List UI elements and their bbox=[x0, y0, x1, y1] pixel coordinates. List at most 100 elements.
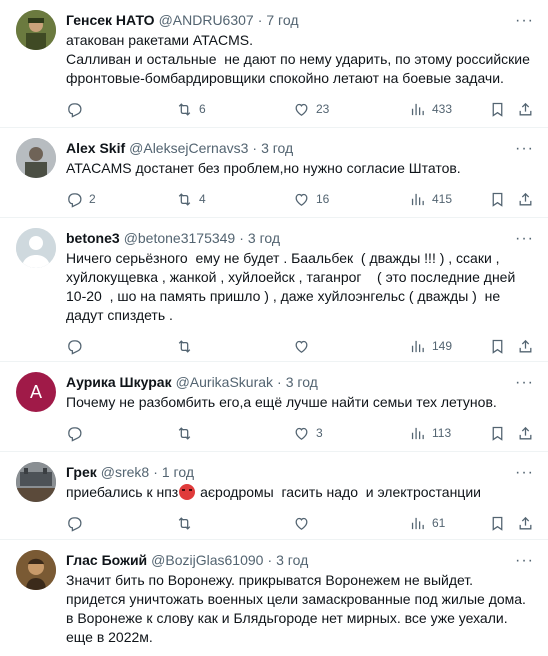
author-handle[interactable]: @srek8 bbox=[101, 464, 149, 480]
share-button[interactable] bbox=[517, 425, 534, 442]
author-name[interactable]: Грек bbox=[66, 464, 97, 480]
retweet-icon bbox=[178, 192, 191, 206]
share-button[interactable] bbox=[517, 101, 534, 118]
tweet[interactable]: Alex Skif @AleksejCernavs3 · 3 год ATACA… bbox=[0, 128, 548, 218]
like-button[interactable]: 16 bbox=[293, 191, 409, 208]
tweet[interactable]: A Аурика Шкурак @AurikaSkurak · 3 год По… bbox=[0, 362, 548, 452]
retweet-count: 6 bbox=[199, 102, 206, 116]
tweet-text: ATACAMS достанет без проблем,но нужно со… bbox=[66, 160, 461, 176]
avatar[interactable] bbox=[16, 550, 56, 590]
share-icon bbox=[519, 192, 532, 205]
avatar-image-icon bbox=[16, 138, 56, 178]
action-bar: 149 bbox=[66, 329, 536, 363]
separator-dot: · bbox=[239, 230, 244, 246]
bookmark-button[interactable] bbox=[489, 425, 517, 442]
view-count: 415 bbox=[432, 192, 453, 206]
views-icon bbox=[411, 193, 424, 205]
view-count: 433 bbox=[432, 102, 453, 116]
retweet-icon bbox=[178, 102, 191, 116]
like-button[interactable]: 3 bbox=[293, 425, 409, 442]
timestamp[interactable]: 3 год bbox=[286, 374, 318, 390]
bookmark-button[interactable] bbox=[489, 191, 517, 208]
timestamp[interactable]: 3 год bbox=[261, 140, 293, 156]
author-name[interactable]: Аурика Шкурак bbox=[66, 374, 172, 390]
more-options-button[interactable]: ··· bbox=[515, 230, 534, 248]
reply-button[interactable] bbox=[66, 101, 176, 118]
retweet-button[interactable] bbox=[176, 425, 293, 442]
avatar[interactable] bbox=[16, 138, 56, 178]
retweet-button[interactable]: 4 bbox=[176, 191, 293, 208]
reply-icon bbox=[68, 339, 82, 355]
tweet[interactable]: Грек @srek8 · 1 год приебались к нпз аєр… bbox=[0, 452, 548, 540]
tweet[interactable]: Генсек НАТО @ANDRU6307 · 7 год атакован … bbox=[0, 0, 548, 128]
author-name[interactable]: Генсек НАТО bbox=[66, 12, 155, 28]
separator-dot: · bbox=[153, 464, 158, 480]
more-options-button[interactable]: ··· bbox=[515, 464, 534, 482]
retweet-button[interactable] bbox=[176, 338, 293, 355]
avatar-image-icon bbox=[16, 10, 56, 50]
views-button[interactable]: 415 bbox=[409, 191, 489, 208]
tweet-text-part: приебались к нпз bbox=[66, 484, 179, 500]
views-button[interactable]: 113 bbox=[409, 425, 489, 442]
angry-face-icon bbox=[179, 484, 196, 500]
tweet[interactable]: betone3 @betone3175349 · 3 год Ничего се… bbox=[0, 218, 548, 362]
tweet-text-part: аєродромы гасить надо и электростанции bbox=[196, 484, 481, 500]
retweet-icon bbox=[178, 339, 191, 353]
tweet[interactable]: Глас Божий @BozijGlas61090 · 3 год Значи… bbox=[0, 540, 548, 656]
author-name[interactable]: Глас Божий bbox=[66, 552, 147, 568]
views-button[interactable]: 61 bbox=[409, 515, 489, 532]
views-button[interactable]: 433 bbox=[409, 101, 489, 118]
bookmark-button[interactable] bbox=[489, 338, 517, 355]
avatar[interactable] bbox=[16, 10, 56, 50]
like-button[interactable] bbox=[293, 338, 409, 355]
reply-button[interactable]: 2 bbox=[66, 191, 176, 208]
retweet-icon bbox=[178, 516, 191, 530]
author-name[interactable]: betone3 bbox=[66, 230, 120, 246]
author-handle[interactable]: @ANDRU6307 bbox=[159, 12, 254, 28]
separator-dot: · bbox=[267, 552, 273, 568]
avatar-letter: A bbox=[29, 381, 42, 402]
reply-button[interactable] bbox=[66, 338, 176, 355]
bookmark-icon bbox=[492, 339, 503, 354]
share-button[interactable] bbox=[517, 191, 534, 208]
bookmark-icon bbox=[492, 516, 503, 531]
heart-icon bbox=[295, 340, 308, 353]
like-button[interactable] bbox=[293, 515, 409, 532]
avatar[interactable] bbox=[16, 228, 56, 268]
views-icon bbox=[411, 517, 424, 529]
more-options-button[interactable]: ··· bbox=[515, 374, 534, 392]
heart-icon bbox=[295, 427, 308, 440]
more-options-button[interactable]: ··· bbox=[515, 140, 534, 158]
reply-icon bbox=[68, 426, 82, 442]
tweet-text: атакован ракетами ATACMS. Салливан и ост… bbox=[66, 32, 530, 86]
retweet-button[interactable]: 6 bbox=[176, 101, 293, 118]
author-handle[interactable]: @AurikaSkurak bbox=[176, 374, 273, 390]
avatar[interactable]: A bbox=[16, 372, 56, 412]
author-handle[interactable]: @BozijGlas61090 bbox=[151, 552, 263, 568]
share-button[interactable] bbox=[517, 338, 534, 355]
more-options-button[interactable]: ··· bbox=[515, 12, 534, 30]
author-handle[interactable]: @betone3175349 bbox=[124, 230, 236, 246]
timestamp[interactable]: 3 год bbox=[248, 230, 280, 246]
retweet-count: 4 bbox=[199, 192, 206, 206]
retweet-button[interactable] bbox=[176, 515, 293, 532]
action-bar: 3 113 bbox=[66, 416, 536, 450]
heart-icon bbox=[295, 517, 308, 530]
timestamp[interactable]: 1 год bbox=[162, 464, 194, 480]
views-button[interactable]: 149 bbox=[409, 338, 489, 355]
share-button[interactable] bbox=[517, 515, 534, 532]
timestamp[interactable]: 3 год bbox=[276, 552, 308, 568]
more-options-button[interactable]: ··· bbox=[515, 552, 534, 570]
share-icon bbox=[519, 339, 532, 352]
bookmark-button[interactable] bbox=[489, 101, 517, 118]
reply-button[interactable] bbox=[66, 425, 176, 442]
like-button[interactable]: 23 bbox=[293, 101, 409, 118]
avatar[interactable] bbox=[16, 462, 56, 502]
views-icon bbox=[411, 340, 424, 352]
bookmark-button[interactable] bbox=[489, 515, 517, 532]
timestamp[interactable]: 7 год bbox=[266, 12, 298, 28]
share-icon bbox=[519, 102, 532, 115]
author-handle[interactable]: @AleksejCernavs3 bbox=[129, 140, 248, 156]
author-name[interactable]: Alex Skif bbox=[66, 140, 125, 156]
reply-button[interactable] bbox=[66, 515, 176, 532]
